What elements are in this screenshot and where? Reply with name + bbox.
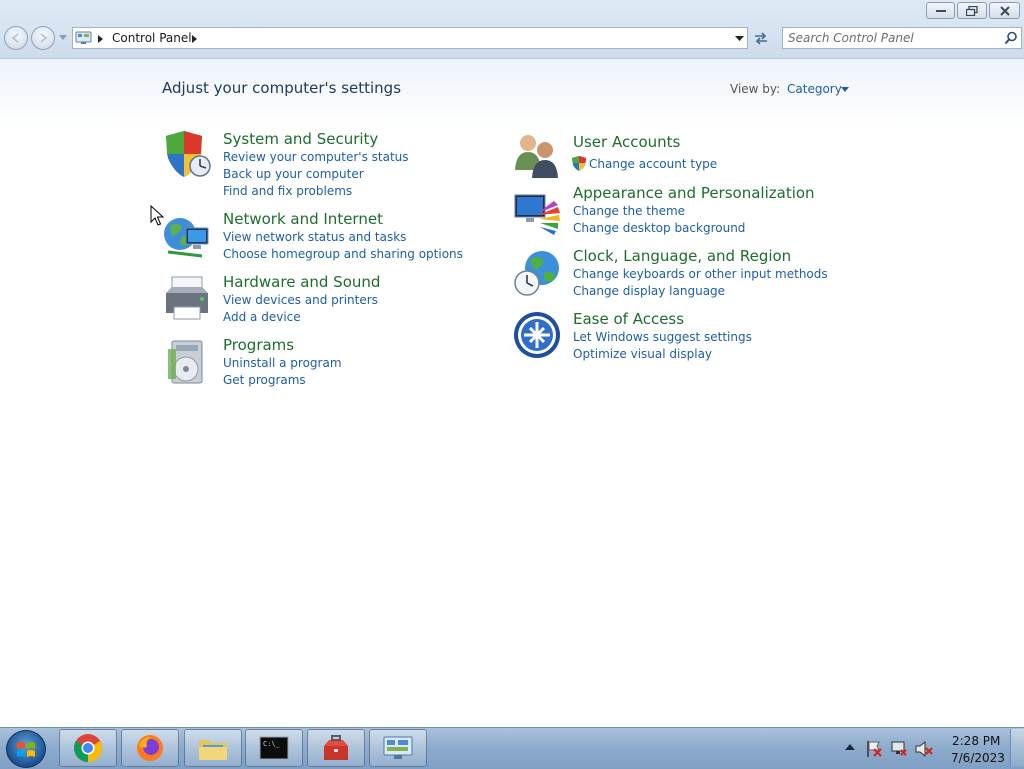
terminal-icon: C:\_ [259,736,289,760]
taskbar-chrome[interactable] [59,729,117,767]
link-view-network-status[interactable]: View network status and tasks [223,230,406,244]
taskbar-control-panel[interactable] [369,729,427,767]
taskbar-file-explorer[interactable] [184,729,242,767]
clock-date[interactable]: 7/6/2023 [951,751,1005,765]
forward-button[interactable] [31,26,55,50]
restore-icon [966,5,978,16]
breadcrumb-chevron-icon[interactable] [192,35,197,43]
back-arrow-icon [11,33,19,43]
taskbar-toolbox[interactable] [307,729,365,767]
address-dropdown-icon[interactable] [735,36,744,42]
start-button[interactable] [6,730,46,768]
windows-logo-icon [17,742,35,757]
taskbar-firefox[interactable] [121,729,179,767]
category-title-programs[interactable]: Programs [223,336,294,354]
link-change-theme[interactable]: Change the theme [573,204,685,218]
category-title-user-accounts[interactable]: User Accounts [573,133,680,151]
view-by-label: View by: [730,82,781,96]
network-status-icon[interactable] [891,740,907,758]
close-button[interactable] [989,2,1020,19]
refresh-icon[interactable] [752,30,770,46]
link-change-keyboards[interactable]: Change keyboards or other input methods [573,267,828,281]
file-explorer-icon [199,740,227,760]
address-bar[interactable]: Control Panel [72,27,748,49]
link-uninstall-program[interactable]: Uninstall a program [223,356,342,370]
svg-text:C:\_: C:\_ [263,740,281,748]
link-find-fix-problems[interactable]: Find and fix problems [223,184,352,198]
view-by-dropdown[interactable]: Category [787,82,842,96]
firefox-icon [137,735,163,761]
control-panel-icon [383,736,413,759]
minimize-button[interactable] [926,2,955,19]
category-title-hardware-and-sound[interactable]: Hardware and Sound [223,273,380,291]
shield-icon[interactable] [162,130,212,180]
action-center-flag-icon[interactable] [866,740,882,758]
printer-icon[interactable] [162,273,212,323]
show-hidden-icons-chevron-up-icon[interactable] [845,744,855,750]
link-change-desktop-background[interactable]: Change desktop background [573,221,745,235]
restore-button[interactable] [957,2,987,19]
link-optimize-visual-display[interactable]: Optimize visual display [573,347,712,361]
show-desktop-button[interactable] [1010,729,1024,767]
mouse-cursor-icon [150,205,164,226]
breadcrumb-control-panel[interactable]: Control Panel [112,31,192,45]
category-title-ease-of-access[interactable]: Ease of Access [573,310,684,328]
programs-disc-icon[interactable] [162,337,212,387]
users-icon[interactable] [512,130,562,180]
volume-muted-icon[interactable] [915,740,933,758]
link-back-up-computer[interactable]: Back up your computer [223,167,364,181]
uac-shield-icon [572,156,586,171]
breadcrumb-separator-icon[interactable] [98,35,103,43]
category-title-system-and-security[interactable]: System and Security [223,130,378,148]
back-button[interactable] [4,26,28,50]
category-title-clock-language-region[interactable]: Clock, Language, and Region [573,247,791,265]
network-globe-icon[interactable] [162,212,212,262]
link-add-device[interactable]: Add a device [223,310,301,324]
link-change-display-language[interactable]: Change display language [573,284,725,298]
link-get-programs[interactable]: Get programs [223,373,306,387]
monitor-palette-icon[interactable] [512,187,562,237]
ease-of-access-icon[interactable] [512,310,562,360]
link-change-account-type[interactable]: Change account type [589,157,717,171]
recent-pages-dropdown-icon[interactable] [59,35,67,41]
toolbox-icon [324,735,348,760]
category-title-appearance-and-personalization[interactable]: Appearance and Personalization [573,184,815,202]
clock-time[interactable]: 2:28 PM [952,734,1000,748]
category-title-network-and-internet[interactable]: Network and Internet [223,210,383,228]
minimize-icon [935,9,946,12]
view-by-chevron-down-icon[interactable] [841,87,849,92]
link-view-devices-printers[interactable]: View devices and printers [223,293,378,307]
search-box[interactable] [782,27,1022,49]
chrome-icon [74,734,102,762]
close-icon [999,5,1010,16]
link-review-computer-status[interactable]: Review your computer's status [223,150,409,164]
page-title: Adjust your computer's settings [162,79,402,97]
search-icon[interactable] [1004,31,1018,45]
control-panel-small-icon [75,31,92,44]
globe-clock-icon[interactable] [512,248,562,298]
search-input[interactable] [788,30,998,46]
forward-arrow-icon [40,33,48,43]
link-windows-suggest-settings[interactable]: Let Windows suggest settings [573,330,752,344]
taskbar-terminal[interactable]: C:\_ [245,729,303,767]
link-homegroup-sharing[interactable]: Choose homegroup and sharing options [223,247,463,261]
